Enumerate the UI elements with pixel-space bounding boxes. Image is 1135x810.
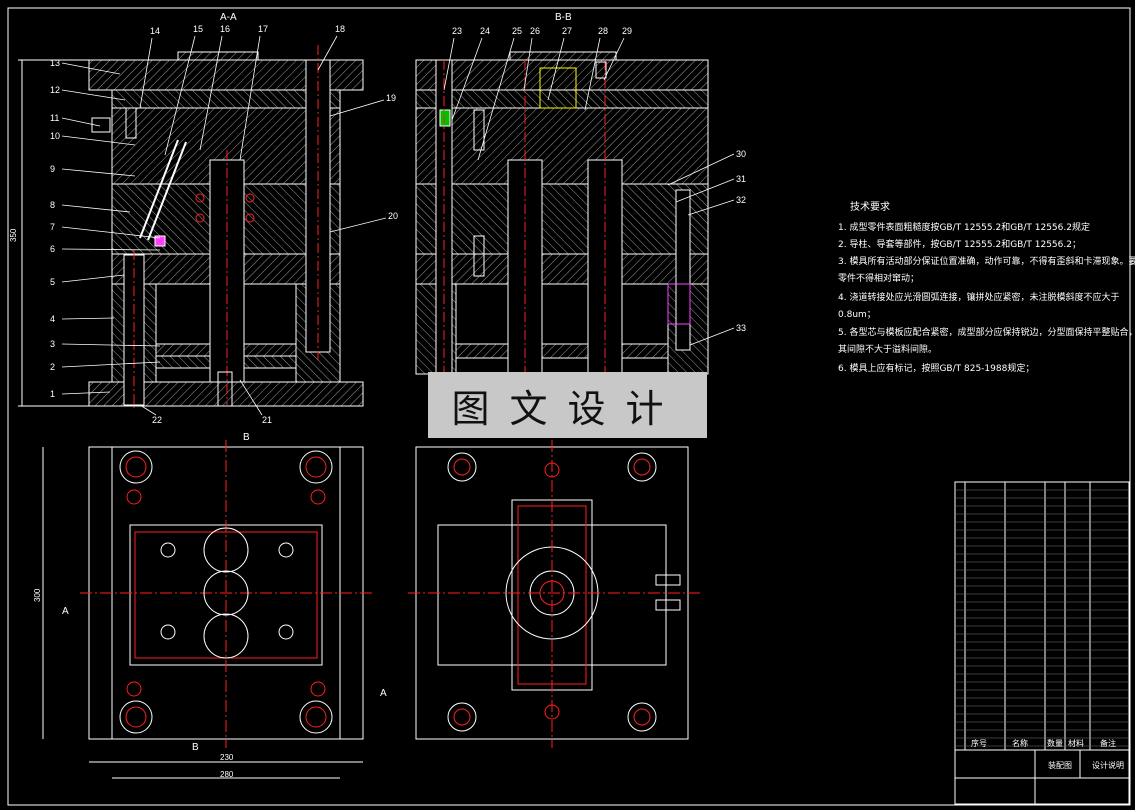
tech-note-4: 零件不得相对窜动； xyxy=(838,274,920,284)
tech-note-6: 0.8um； xyxy=(838,310,876,320)
part-label-30: 30 xyxy=(736,149,746,159)
dim-plan-height-300: 300 xyxy=(33,588,42,602)
part-label-5: 5 xyxy=(50,277,55,287)
part-label-21: 21 xyxy=(262,415,272,425)
dim-plan-width-280: 280 xyxy=(220,770,234,779)
part-label-4: 4 xyxy=(50,314,55,324)
tech-note-9: 6. 模具上应有标记，按照GB/T 825-1988规定； xyxy=(838,364,1035,374)
part-label-8: 8 xyxy=(50,200,55,210)
leader-line xyxy=(61,317,115,320)
part-label-12: 12 xyxy=(50,85,60,95)
part-label-1: 1 xyxy=(50,389,55,399)
watermark-banner: 图文设计 xyxy=(428,372,707,438)
part-label-25: 25 xyxy=(512,26,522,36)
bom-header-name: 名称 xyxy=(1012,738,1028,748)
part-label-7: 7 xyxy=(50,222,55,232)
cut-mark-b-bottom: B xyxy=(192,742,199,753)
part-label-28: 28 xyxy=(598,26,608,36)
tech-note-3: 3. 模具所有活动部分保证位置准确，动作可靠，不得有歪斜和卡滞现象。要求固定 xyxy=(838,257,1135,267)
section-label-a-a: A-A xyxy=(220,12,237,23)
part-label-32: 32 xyxy=(736,195,746,205)
bom-header-note: 备注 xyxy=(1100,738,1116,748)
section-label-b-b: B-B xyxy=(555,12,572,23)
part-label-31: 31 xyxy=(736,174,746,184)
part-label-27: 27 xyxy=(562,26,572,36)
tech-note-5: 4. 浇道转接处应光滑圆弧连接，镶拼处应紧密，未注脱模斜度不应大于 xyxy=(838,293,1120,303)
part-label-33: 33 xyxy=(736,323,746,333)
part-label-24: 24 xyxy=(480,26,490,36)
bom-row-lines xyxy=(955,489,1129,747)
tech-note-2: 2. 导柱、导套等部件，按GB/T 12555.2和GB/T 12556.2； xyxy=(838,240,1081,250)
part-label-2: 2 xyxy=(50,362,55,372)
part-label-13: 13 xyxy=(50,58,60,68)
cut-mark-a-left: A xyxy=(62,606,69,617)
section-b-b-view xyxy=(415,51,709,379)
part-label-14: 14 xyxy=(150,26,160,36)
part-label-15: 15 xyxy=(193,24,203,34)
part-label-9: 9 xyxy=(50,164,55,174)
part-label-18: 18 xyxy=(335,24,345,34)
drawing-title: 装配图 xyxy=(1048,760,1072,770)
leader-line xyxy=(61,117,101,127)
plan-view-moving-half xyxy=(42,440,372,779)
bom-header-material: 材料 xyxy=(1068,738,1084,748)
bom-header-qty: 数量 xyxy=(1047,738,1063,748)
part-label-22: 22 xyxy=(152,415,162,425)
part-label-29: 29 xyxy=(622,26,632,36)
part-label-11: 11 xyxy=(50,113,59,123)
part-label-16: 16 xyxy=(220,24,230,34)
part-label-10: 10 xyxy=(50,131,60,141)
part-label-6: 6 xyxy=(50,244,55,254)
part-label-26: 26 xyxy=(530,26,540,36)
bill-of-materials xyxy=(954,481,1130,805)
tech-note-7: 5. 各型芯与模板应配合紧密，成型部分应保持锐边，分型面保持平整贴合， xyxy=(838,328,1135,338)
school-name: 设计说明 xyxy=(1092,760,1124,770)
part-label-3: 3 xyxy=(50,339,55,349)
plan-view-fixed-half xyxy=(408,440,700,748)
section-a-a-view xyxy=(18,45,364,408)
part-label-17: 17 xyxy=(258,24,268,34)
dim-plan-width-230: 230 xyxy=(220,753,234,762)
dim-height-350: 350 xyxy=(9,228,18,242)
cut-mark-b-top: B xyxy=(243,432,250,443)
technical-requirements-title: 技术要求 xyxy=(850,202,890,213)
bom-header-no: 序号 xyxy=(971,738,987,748)
part-label-23: 23 xyxy=(452,26,462,36)
tech-note-1: 1. 成型零件表面粗糙度按GB/T 12555.2和GB/T 12556.2规定 xyxy=(838,223,1090,233)
tech-note-8: 其间隙不大于溢料间隙。 xyxy=(838,345,938,355)
cut-mark-a-right: A xyxy=(380,688,387,699)
part-label-20: 20 xyxy=(388,211,398,221)
part-label-19: 19 xyxy=(386,93,396,103)
